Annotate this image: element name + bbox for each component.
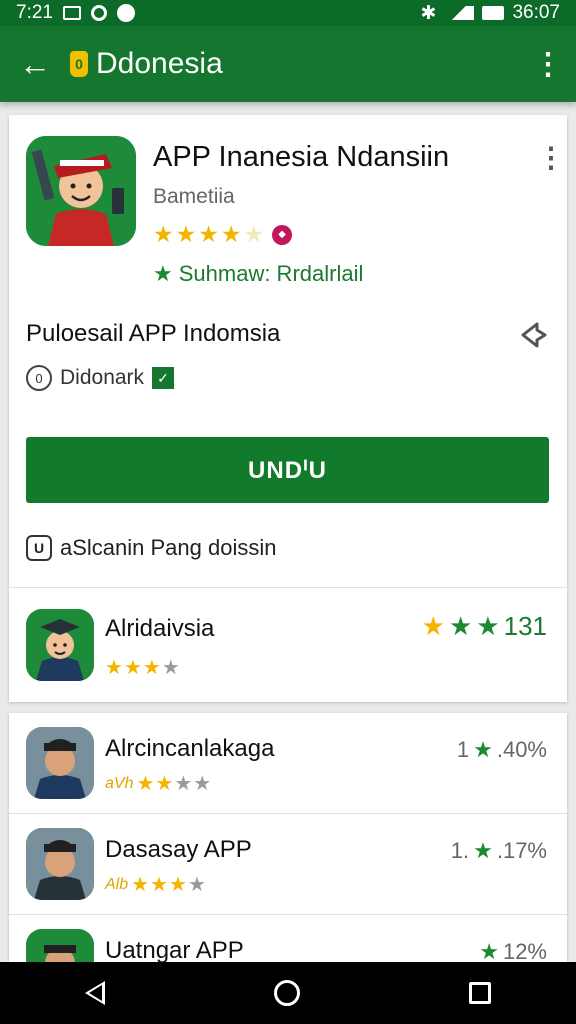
back-arrow-icon[interactable]: ← <box>0 46 70 83</box>
score-value: .17% <box>496 838 547 863</box>
status-time-right: 36:07 <box>512 2 560 23</box>
nav-back-icon[interactable] <box>84 981 105 1005</box>
app-name: APP Inanesia Ndansiin <box>153 141 450 173</box>
star-icon: ★ <box>136 773 155 795</box>
star-icon: ★ <box>473 737 493 762</box>
verified-check-icon: ✓ <box>152 367 175 389</box>
app-avatar <box>26 828 94 900</box>
avatar-illustration <box>26 828 94 900</box>
divider <box>9 587 567 588</box>
list-item-stars: Alb ★ ★ ★ ★ <box>105 872 206 897</box>
info-box-icon: U <box>26 535 52 561</box>
featured-app-name: Alridaivsia <box>105 615 215 642</box>
star-icon: ★ <box>473 838 493 863</box>
list-item-name: Dasasay APP <box>105 836 252 863</box>
star-icon: ★ <box>153 221 174 247</box>
status-bar: 7:21 ✱ 36:07 <box>0 0 576 26</box>
star-icon: ★ <box>479 939 499 963</box>
star-icon: ★ <box>220 221 242 247</box>
status-bar-left: 7:21 <box>16 2 135 24</box>
app-logo-icon: 0 <box>70 51 88 77</box>
avatar-illustration <box>26 929 94 963</box>
star-icon: ★ <box>174 773 193 795</box>
featured-score-value: 131 <box>503 611 547 641</box>
app-avatar <box>26 727 94 799</box>
app-avatar <box>26 929 94 963</box>
app-bar-title: Ddonesia <box>96 47 223 80</box>
avatar-illustration <box>26 727 94 799</box>
featured-app-stars: ★ ★ ★ ★ <box>105 655 180 680</box>
list-item[interactable]: Dasasay APP Alb ★ ★ ★ ★ 1. ★ .17% <box>9 814 567 914</box>
star-icon: ★ <box>187 874 206 896</box>
list-item[interactable]: Uatngar APP ★ 12% <box>9 915 567 963</box>
recommendations-card: Alrcincanlakaga aVh ★ ★ ★ ★ 1 ★ .40% Das… <box>9 713 567 963</box>
list-item-prefix: aVh <box>105 774 134 792</box>
publisher-label[interactable]: Didonark <box>60 366 144 390</box>
system-nav-bar <box>0 962 576 1024</box>
star-icon: ★ <box>161 657 180 679</box>
publisher-row: 0 Didonark ✓ <box>26 365 175 391</box>
star-icon: ★ <box>142 657 161 679</box>
sync-icon <box>90 5 107 21</box>
alert-icon <box>116 4 135 22</box>
description-title: Puloesail APP Indomsia <box>26 320 281 347</box>
battery-icon <box>482 6 505 20</box>
featured-app-score: ★ ★ ★ 131 <box>422 611 547 642</box>
star-icon: ★ <box>155 773 174 795</box>
list-item-name: Uatngar APP <box>105 937 244 963</box>
star-icon: ★ <box>123 657 142 679</box>
score-prefix: 1 <box>456 737 470 762</box>
app-rating: ★ ★ ★ ★ ★ ◆ <box>153 221 293 248</box>
star-icon: ★ <box>421 611 445 641</box>
star-icon: ★ <box>153 261 173 286</box>
score-value: .40% <box>496 737 547 762</box>
star-icon: ★ <box>198 221 219 247</box>
list-item-score: ★ 12% <box>479 939 547 963</box>
list-item-score: 1 ★ .40% <box>457 737 547 763</box>
nav-home-icon[interactable] <box>273 980 300 1006</box>
app-bar: ← 0 Ddonesia ⋮ <box>0 26 576 102</box>
info-row: U aSlcanin Pang doissin <box>26 535 276 561</box>
star-icon: ★ <box>175 221 197 247</box>
list-item-stars: aVh ★ ★ ★ ★ <box>105 771 211 796</box>
status-bar-right: ✱ 36:07 <box>421 2 560 25</box>
star-icon: ★ <box>243 221 265 247</box>
list-item-prefix: Alb <box>105 875 129 893</box>
app-detail-card: APP Inanesia Ndansiin ⋮ Bametiia ★ ★ ★ ★… <box>9 115 567 702</box>
score-value: 12% <box>502 939 547 963</box>
score-prefix: 1. <box>450 838 470 863</box>
signal-icon <box>444 6 475 20</box>
star-icon: ★ <box>193 773 212 795</box>
developer-name[interactable]: Bametiia <box>153 185 235 209</box>
list-item[interactable]: Alrcincanlakaga aVh ★ ★ ★ ★ 1 ★ .40% <box>9 713 567 813</box>
featured-app-item[interactable]: Alridaivsia ★ ★ ★ ★ ★ ★ ★ 131 <box>9 595 567 695</box>
card-overflow-icon[interactable]: ⋮ <box>537 141 565 174</box>
app-avatar-illustration <box>26 136 136 246</box>
share-icon[interactable] <box>517 318 551 352</box>
nav-recent-icon[interactable] <box>469 982 492 1004</box>
info-text: aSlcanin Pang doissin <box>60 535 277 560</box>
overflow-menu-icon[interactable]: ⋮ <box>520 47 576 82</box>
star-icon: ★ <box>448 611 473 641</box>
list-item-score: 1. ★ .17% <box>451 838 547 864</box>
install-button[interactable]: UNDᑊU <box>26 437 549 503</box>
content-rating-badge-icon: ◆ <box>272 224 293 245</box>
rank-text: Suhmaw: Rrdalrlail <box>178 261 364 286</box>
star-icon: ★ <box>105 657 123 679</box>
star-icon: ★ <box>169 874 187 896</box>
status-time-left: 7:21 <box>16 2 53 23</box>
list-item-name: Alrcincanlakaga <box>105 735 275 762</box>
app-icon <box>26 136 136 246</box>
star-icon: ★ <box>131 874 150 896</box>
star-icon: ★ <box>476 611 500 641</box>
star-icon: ★ <box>150 874 168 896</box>
notification-icon <box>62 6 81 20</box>
copyright-icon: 0 <box>26 365 52 391</box>
bluetooth-icon: ✱ <box>420 2 437 24</box>
rank-label: ★ Suhmaw: Rrdalrlail <box>153 261 363 287</box>
featured-app-avatar <box>26 609 94 681</box>
featured-app-illustration <box>26 609 94 681</box>
